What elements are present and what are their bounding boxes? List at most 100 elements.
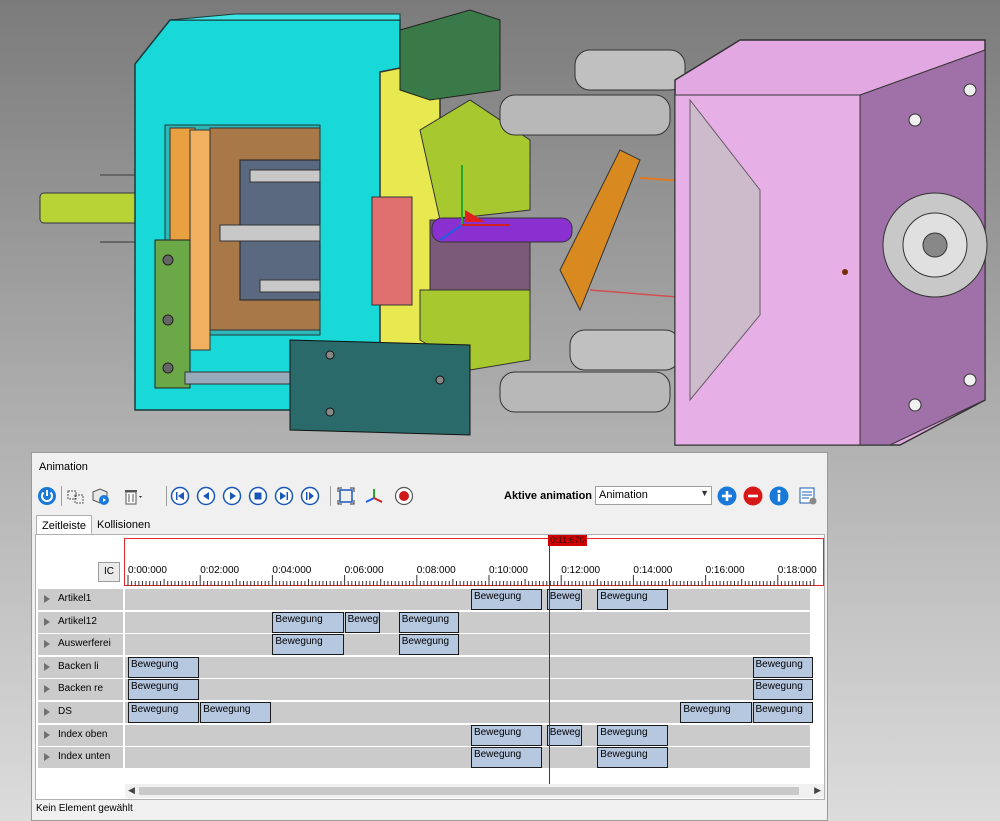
timeline-track[interactable] — [125, 611, 810, 633]
expand-triangle-icon[interactable] — [44, 685, 50, 694]
timeline-row-header[interactable]: Backen li — [38, 656, 123, 678]
active-animation-select[interactable]: Animation ▼ — [595, 486, 712, 505]
animation-panel: Animation Aktive animation Animation ▼ Z… — [31, 452, 828, 821]
motion-segment[interactable]: Bewegung — [398, 611, 460, 633]
ruler-tick-label: 0:10:000 — [489, 565, 528, 576]
playhead[interactable] — [549, 535, 551, 784]
status-text: Kein Element gewählt — [36, 803, 133, 814]
timeline-row-header[interactable]: Backen re — [38, 679, 123, 701]
motion-segment[interactable]: Bewegung — [752, 656, 813, 678]
timeline-row-header[interactable]: Artikel12 — [38, 611, 123, 633]
toolbar: Aktive animation Animation ▼ — [32, 483, 827, 509]
panel-title: Animation — [39, 461, 88, 473]
timeline-row-header[interactable]: Artikel1 — [38, 589, 123, 610]
row-label: Artikel12 — [58, 615, 97, 627]
timeline-track[interactable] — [125, 747, 810, 769]
toolbar-separator — [61, 486, 62, 506]
motion-segment[interactable]: Bewegung — [680, 702, 752, 723]
group-cubes-icon[interactable] — [66, 486, 86, 506]
expand-triangle-icon[interactable] — [44, 708, 50, 716]
motion-segment[interactable]: Bewegung — [398, 634, 460, 656]
motion-segment[interactable]: Bewegu — [344, 611, 380, 633]
expand-triangle-icon[interactable] — [44, 662, 50, 671]
motion-segment[interactable]: Bewegung — [470, 589, 543, 610]
scroll-left-icon[interactable]: ◀ — [128, 785, 135, 796]
motion-segment[interactable]: Bewegung — [470, 724, 543, 746]
timeline-track[interactable] — [125, 724, 810, 746]
row-label: Index unten — [58, 751, 111, 763]
add-icon[interactable] — [717, 486, 737, 506]
play-icon[interactable] — [222, 486, 242, 506]
timeline-view: IC 0:00:000 0:02:000 0:04:000 0:06:000 0:08:… — [35, 534, 825, 800]
motion-segment[interactable]: Bewegung — [128, 679, 200, 701]
timeline-row-header[interactable]: Index oben — [38, 724, 123, 746]
tab-zeitleiste[interactable]: Zeitleiste — [36, 515, 93, 535]
row-label: Backen re — [58, 683, 104, 695]
expand-triangle-icon[interactable] — [44, 595, 50, 603]
info-icon[interactable] — [769, 486, 789, 506]
ruler-tick-label: 0:06:000 — [344, 565, 384, 576]
active-animation-label: Aktive animation — [504, 490, 593, 502]
ruler-tick-label: 0:00:000 — [128, 565, 167, 576]
cube-play-icon[interactable] — [90, 486, 110, 506]
horizontal-scrollbar[interactable]: ◀ ▶ — [125, 784, 824, 798]
timeline-track[interactable] — [125, 634, 810, 656]
motion-segment[interactable]: Bewegung — [597, 724, 669, 746]
motion-segment[interactable]: Bewegung — [752, 679, 813, 701]
motion-segment[interactable]: Bewegung — [200, 702, 272, 723]
motion-segment[interactable]: Bewegung — [272, 611, 344, 633]
trash-dropdown-icon[interactable] — [122, 486, 142, 506]
power-icon[interactable] — [37, 486, 57, 506]
timeline-row-header[interactable]: Index unten — [38, 747, 123, 769]
toolbar-separator — [330, 486, 331, 506]
row-label: Backen li — [58, 660, 99, 672]
motion-segment[interactable]: Bewegung — [128, 702, 200, 723]
step-back-icon[interactable] — [196, 486, 216, 506]
coordinate-axes-icon[interactable] — [364, 486, 384, 506]
scroll-right-icon[interactable]: ▶ — [814, 785, 821, 796]
motion-segment[interactable]: Bewegung — [272, 634, 344, 656]
motion-segment[interactable]: Bewegung — [752, 702, 813, 723]
ruler-tick-label: 0:14:000 — [633, 565, 673, 576]
row-label: Artikel1 — [58, 593, 92, 604]
stop-icon[interactable] — [248, 486, 268, 506]
fit-frame-icon[interactable] — [336, 486, 356, 506]
timeline-row-header[interactable]: Auswerferei — [38, 634, 123, 656]
mold-model — [39, 9, 988, 446]
time-ruler[interactable]: 0:00:000 0:02:000 0:04:000 0:06:000 0:08:000… — [124, 538, 824, 586]
settings-list-icon[interactable] — [798, 486, 818, 506]
ruler-tick-label: 0:16:000 — [705, 565, 745, 576]
chevron-down-icon: ▼ — [700, 488, 709, 498]
expand-triangle-icon[interactable] — [44, 640, 50, 649]
timeline-track[interactable] — [125, 679, 810, 701]
motion-segment[interactable]: Bewegung — [597, 747, 669, 769]
timeline-track[interactable] — [125, 656, 810, 678]
timeline-row-header[interactable]: DS — [38, 702, 123, 723]
ruler-tick-label: 0:12:000 — [561, 565, 601, 576]
expand-triangle-icon[interactable] — [44, 753, 50, 762]
step-forward-icon[interactable] — [300, 486, 320, 506]
ruler-tick-label: 0:08:000 — [416, 565, 456, 576]
skip-to-start-icon[interactable] — [170, 486, 190, 506]
ruler-ticks — [127, 575, 815, 586]
motion-segment[interactable]: Bewegu — [546, 724, 582, 746]
tab-kollisionen[interactable]: Kollisionen — [92, 515, 155, 535]
motion-segment[interactable]: Bewegung — [470, 747, 543, 769]
skip-to-end-icon[interactable] — [274, 486, 294, 506]
record-icon[interactable] — [394, 486, 414, 506]
motion-segment[interactable]: Bewegung — [128, 656, 200, 678]
ic-button[interactable]: IC — [98, 562, 120, 582]
expand-triangle-icon[interactable] — [44, 617, 50, 626]
timeline-track[interactable] — [125, 589, 810, 610]
scrollbar-thumb[interactable] — [139, 787, 799, 795]
toolbar-separator — [166, 486, 167, 506]
row-label: DS — [58, 706, 72, 717]
playhead-time: 0:11:670 — [548, 535, 587, 546]
ruler-tick-label: 0:04:000 — [272, 565, 312, 576]
motion-segment[interactable]: Bewegung — [597, 589, 669, 610]
active-animation-value: Animation — [599, 489, 648, 501]
expand-triangle-icon[interactable] — [44, 730, 50, 739]
ruler-tick-label: 0:18:000 — [777, 565, 817, 576]
motion-segment[interactable]: Bewegu — [546, 589, 582, 610]
remove-icon[interactable] — [743, 486, 763, 506]
